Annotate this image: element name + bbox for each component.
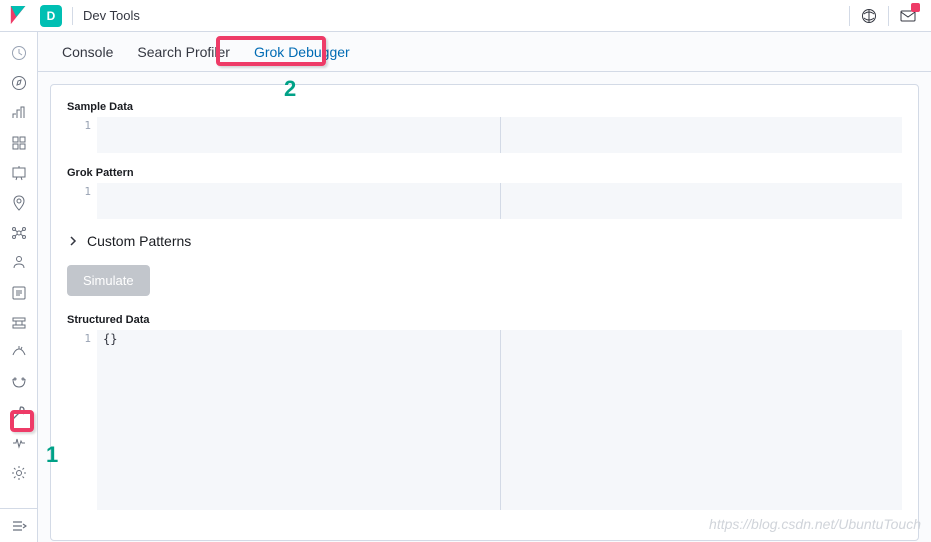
gutter: 1: [67, 183, 97, 219]
tab-console[interactable]: Console: [50, 32, 125, 71]
logs-icon[interactable]: [4, 278, 34, 308]
space-letter: D: [47, 9, 56, 23]
ruler-line: [500, 183, 501, 219]
custom-patterns-toggle[interactable]: Custom Patterns: [67, 233, 902, 249]
structured-data-viewer: 1 {}: [67, 330, 902, 510]
ml-icon[interactable]: [4, 218, 34, 248]
side-nav: [0, 32, 38, 542]
devtools-icon[interactable]: [4, 398, 34, 428]
code-body[interactable]: [97, 183, 902, 219]
simulate-button[interactable]: Simulate: [67, 265, 150, 296]
tab-label: Grok Debugger: [254, 44, 350, 60]
header-left: D Dev Tools: [8, 5, 140, 27]
grok-panel: Sample Data 1 Grok Pattern 1: [50, 84, 919, 541]
app-body: Console Search Profiler Grok Debugger Sa…: [0, 32, 931, 542]
ruler-line: [500, 330, 501, 510]
ruler-line: [500, 117, 501, 153]
tab-label: Search Profiler: [137, 44, 230, 60]
button-label: Simulate: [83, 273, 134, 288]
sample-data-editor[interactable]: 1: [67, 117, 902, 153]
collapse-nav-button[interactable]: [0, 508, 38, 542]
line-number: 1: [84, 332, 91, 345]
mail-button[interactable]: [893, 1, 923, 31]
grok-pattern-label: Grok Pattern: [67, 167, 902, 179]
code-body: {}: [97, 330, 902, 510]
visualize-icon[interactable]: [4, 98, 34, 128]
space-badge[interactable]: D: [40, 5, 62, 27]
siem-icon[interactable]: [4, 368, 34, 398]
structured-output: {}: [103, 332, 117, 346]
tabs: Console Search Profiler Grok Debugger: [38, 32, 931, 72]
discover-icon[interactable]: [4, 68, 34, 98]
notification-dot-icon: [911, 3, 920, 12]
structured-data-label: Structured Data: [67, 314, 902, 326]
recent-icon[interactable]: [4, 38, 34, 68]
uptime-icon[interactable]: [4, 338, 34, 368]
tab-label: Console: [62, 44, 113, 60]
line-number: 1: [84, 119, 91, 132]
management-icon[interactable]: [4, 458, 34, 488]
tab-grok-debugger[interactable]: Grok Debugger: [242, 32, 362, 71]
content-wrap: Sample Data 1 Grok Pattern 1: [38, 72, 931, 542]
divider: [72, 7, 73, 25]
main-area: Console Search Profiler Grok Debugger Sa…: [38, 32, 931, 542]
sample-data-label: Sample Data: [67, 101, 902, 113]
breadcrumb-title[interactable]: Dev Tools: [83, 8, 140, 23]
tab-search-profiler[interactable]: Search Profiler: [125, 32, 242, 71]
gutter: 1: [67, 330, 97, 510]
gutter: 1: [67, 117, 97, 153]
kibana-logo[interactable]: [10, 6, 30, 26]
monitoring-icon[interactable]: [4, 428, 34, 458]
newsfeed-button[interactable]: [854, 1, 884, 31]
divider: [849, 6, 850, 26]
canvas-icon[interactable]: [4, 158, 34, 188]
chevron-right-icon: [67, 235, 79, 247]
divider: [888, 6, 889, 26]
custom-patterns-label: Custom Patterns: [87, 233, 191, 249]
app-header: D Dev Tools: [0, 0, 931, 32]
apm-icon[interactable]: [4, 308, 34, 338]
line-number: 1: [84, 185, 91, 198]
header-right: [845, 1, 923, 31]
maps-icon[interactable]: [4, 188, 34, 218]
grok-pattern-editor[interactable]: 1: [67, 183, 902, 219]
dashboard-icon[interactable]: [4, 128, 34, 158]
infrastructure-icon[interactable]: [4, 248, 34, 278]
code-body[interactable]: [97, 117, 902, 153]
